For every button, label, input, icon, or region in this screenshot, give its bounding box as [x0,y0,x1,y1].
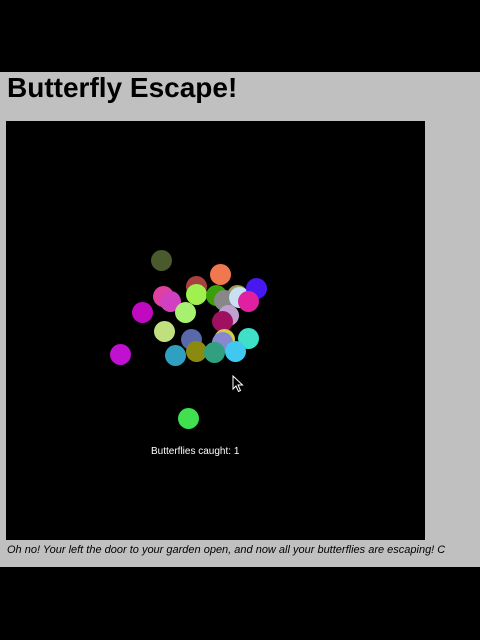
game-description: Oh no! Your left the door to your garden… [7,544,446,556]
butterfly-1[interactable] [151,250,172,271]
butterfly-14[interactable] [238,291,259,312]
butterfly-17[interactable] [154,321,175,342]
butterfly-5[interactable] [132,302,153,323]
mouse-pointer-icon [232,375,244,393]
butterfly-23[interactable] [165,345,186,366]
butterfly-26[interactable] [225,341,246,362]
butterfly-22[interactable] [110,344,131,365]
page-title: Butterfly Escape! [7,72,238,103]
butterfly-27[interactable] [178,408,199,429]
butterfly-7[interactable] [175,302,196,323]
page-body: Butterfly Escape! Butterflies caught: 1 … [0,72,480,567]
butterfly-2[interactable] [210,264,231,285]
butterfly-25[interactable] [204,342,225,363]
score-label: Butterflies caught: 1 [151,446,240,457]
game-canvas[interactable]: Butterflies caught: 1 [6,121,425,540]
butterfly-8[interactable] [186,284,207,305]
